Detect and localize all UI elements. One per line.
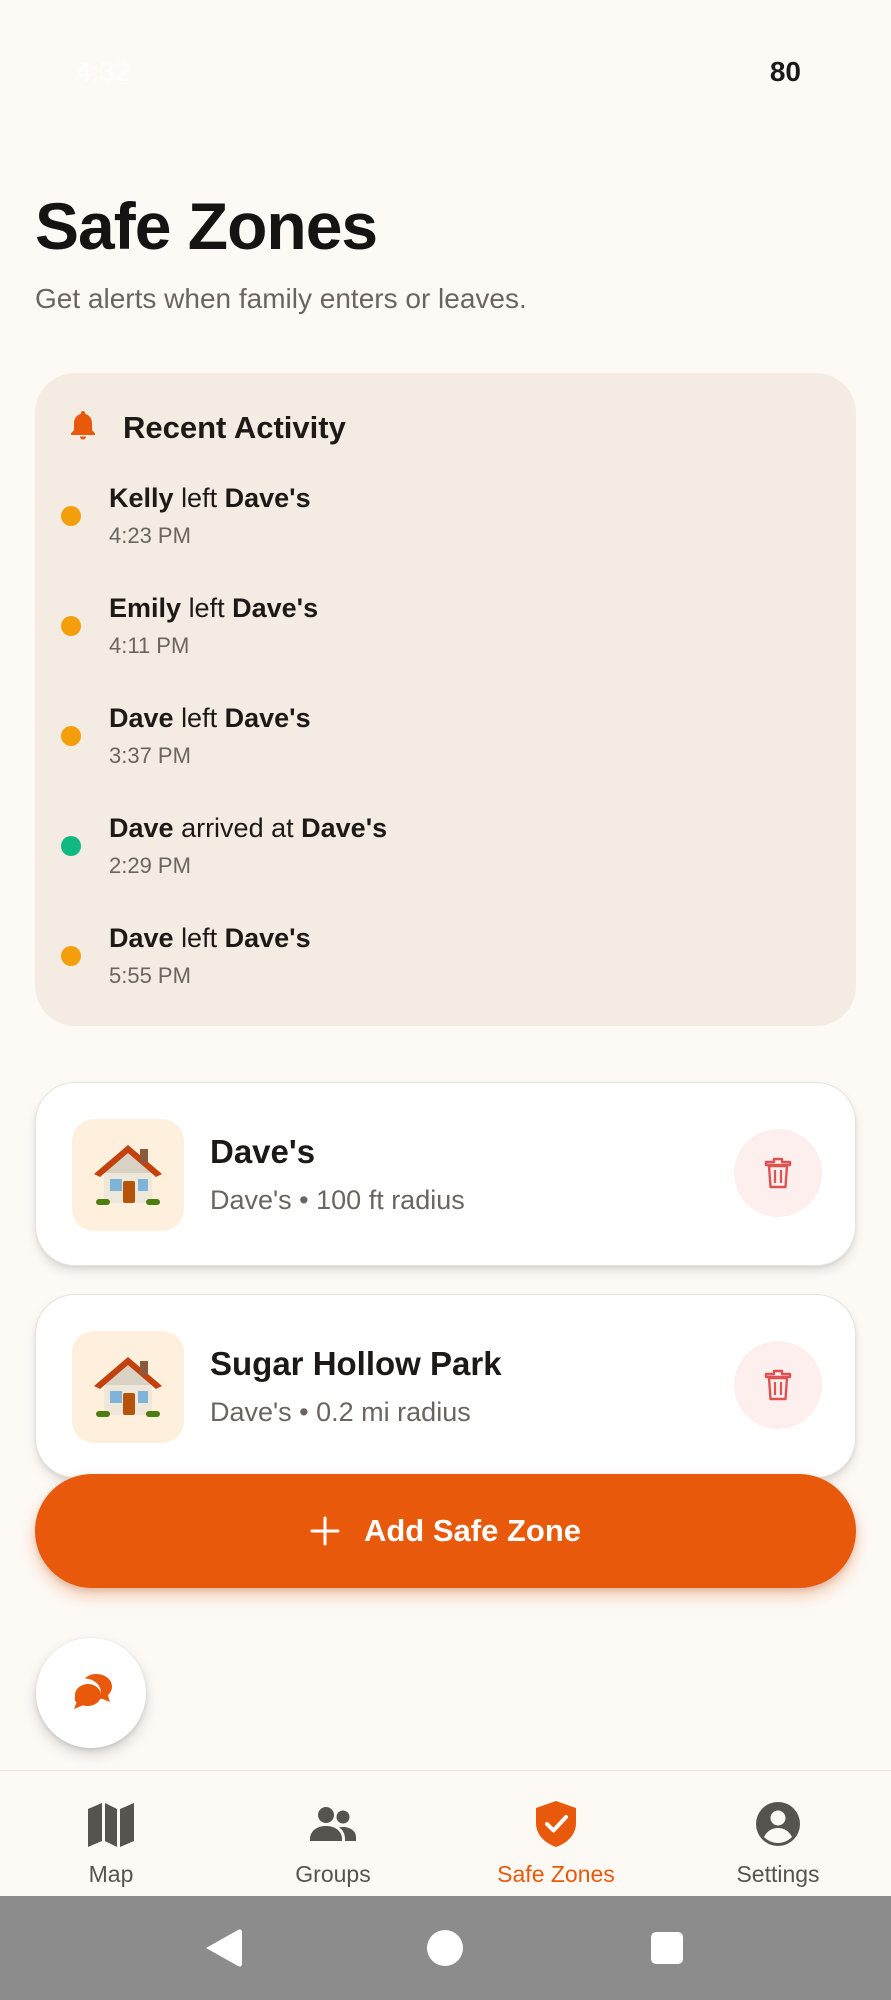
chat-button[interactable] <box>36 1638 146 1748</box>
activity-item: Dave left Dave's 3:37 PM <box>35 693 856 773</box>
groups-icon <box>310 1807 356 1841</box>
recent-activity-header: Recent Activity <box>65 403 346 453</box>
activity-text: Dave left Dave's <box>109 923 311 953</box>
status-dot <box>61 616 81 636</box>
trash-icon <box>764 1369 792 1401</box>
activity-item: Dave arrived at Dave's 2:29 PM <box>35 803 856 883</box>
status-dot <box>61 506 81 526</box>
activity-item: Dave left Dave's 5:55 PM <box>35 913 856 993</box>
recent-activity-title: Recent Activity <box>123 410 346 445</box>
trash-icon <box>764 1157 792 1189</box>
status-dot <box>61 836 81 856</box>
nav-item-settings[interactable]: Settings <box>667 1771 889 1897</box>
nav-item-safe-zones[interactable]: Safe Zones <box>445 1771 667 1897</box>
nav-label: Map <box>88 1861 134 1887</box>
system-nav-bar <box>0 1896 891 2000</box>
status-dot <box>61 726 81 746</box>
recents-icon[interactable] <box>651 1932 683 1964</box>
nav-label: Settings <box>736 1861 820 1887</box>
zone-card[interactable]: Sugar Hollow Park Dave's • 0.2 mi radius <box>35 1294 856 1478</box>
map-icon <box>88 1803 134 1847</box>
home-icon[interactable] <box>427 1930 463 1966</box>
zone-name: Dave's <box>210 1133 316 1170</box>
activity-text: Dave left Dave's <box>109 703 311 733</box>
nav-item-map[interactable]: Map <box>0 1771 222 1897</box>
activity-item: Kelly left Dave's 4:23 PM <box>35 473 856 553</box>
activity-time: 2:29 PM <box>109 853 191 878</box>
nav-item-groups[interactable]: Groups <box>222 1771 444 1897</box>
status-time: 4:32 <box>76 56 131 87</box>
zone-card[interactable]: Dave's Dave's • 100 ft radius <box>35 1082 856 1266</box>
house-icon <box>72 1119 184 1231</box>
activity-text: Emily left Dave's <box>109 593 319 623</box>
account-icon <box>756 1802 800 1846</box>
plus-icon <box>310 1516 340 1546</box>
activity-time: 3:37 PM <box>109 743 191 768</box>
activity-time: 4:23 PM <box>109 523 191 548</box>
zone-name: Sugar Hollow Park <box>210 1345 502 1382</box>
activity-text: Kelly left Dave's <box>109 483 311 513</box>
shield-check-icon <box>536 1801 576 1847</box>
page-subtitle: Get alerts when family enters or leaves. <box>35 283 527 314</box>
activity-text: Dave arrived at Dave's <box>109 813 388 843</box>
house-icon <box>72 1331 184 1443</box>
battery-level: 80 <box>769 56 801 87</box>
activity-time: 4:11 PM <box>109 633 190 658</box>
bottom-nav: Map Groups Safe Zones Settings <box>0 1770 891 1897</box>
status-bar: 4:32 80 <box>0 0 891 140</box>
delete-zone-button[interactable] <box>734 1341 822 1429</box>
nav-label: Safe Zones <box>497 1861 615 1887</box>
recent-activity-card: Recent Activity Kelly left Dave's 4:23 P… <box>35 373 856 1026</box>
activity-time: 5:55 PM <box>109 963 191 988</box>
zone-detail: Dave's • 100 ft radius <box>210 1185 465 1215</box>
back-icon[interactable] <box>202 1926 244 1970</box>
page-title: Safe Zones <box>35 189 378 263</box>
add-safe-zone-button[interactable]: Add Safe Zone <box>35 1474 856 1588</box>
zone-detail: Dave's • 0.2 mi radius <box>210 1397 471 1427</box>
status-dot <box>61 946 81 966</box>
nav-label: Groups <box>295 1861 371 1887</box>
add-safe-zone-label: Add Safe Zone <box>363 1513 581 1548</box>
bell-icon <box>65 408 101 449</box>
chat-bubbles-icon <box>74 1674 112 1709</box>
activity-item: Emily left Dave's 4:11 PM <box>35 583 856 663</box>
delete-zone-button[interactable] <box>734 1129 822 1217</box>
